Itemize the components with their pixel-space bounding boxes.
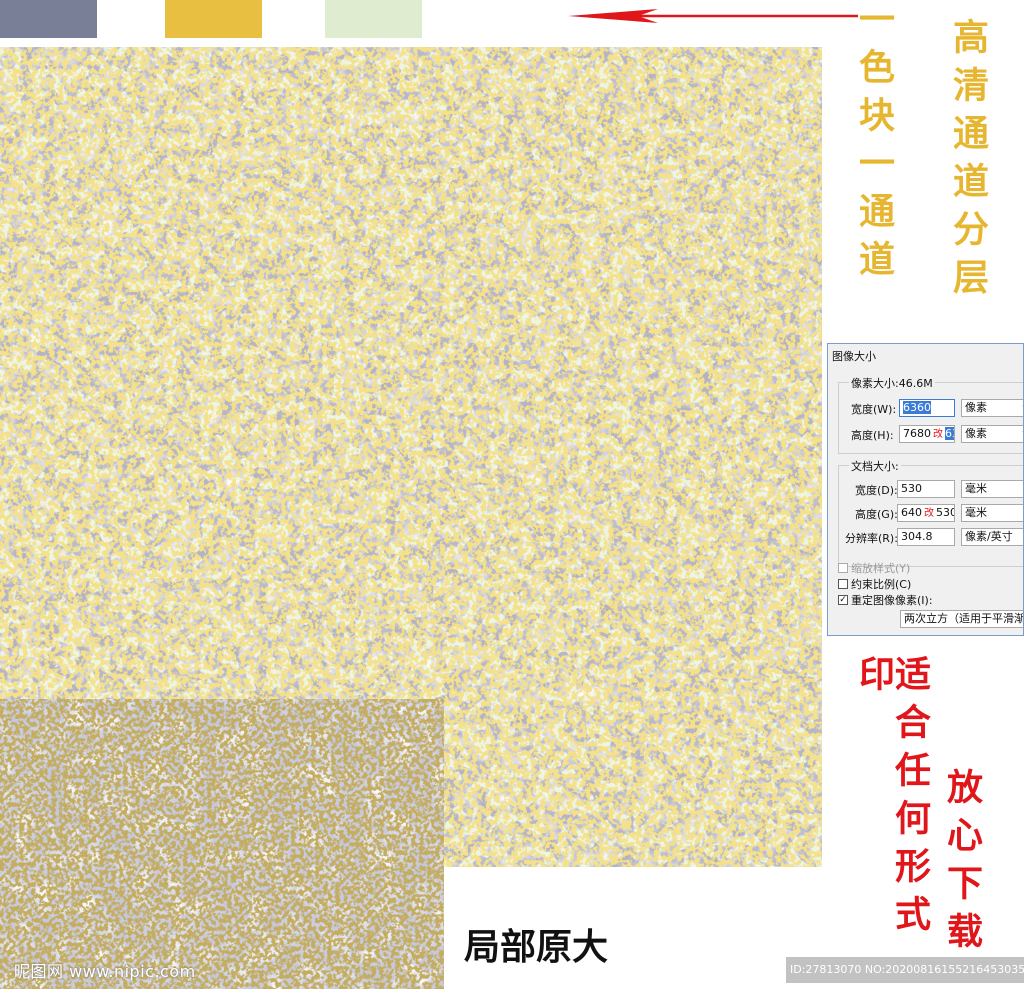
pixel-height-unit-select[interactable]: 像素▾ <box>961 425 1023 443</box>
arrow-left-icon <box>568 9 858 23</box>
constrain-label: 约束比例(C) <box>851 578 912 591</box>
pixel-width-input[interactable]: 6360 <box>899 399 955 417</box>
hd-annotation: 高清通道分层 <box>947 18 989 306</box>
pixel-height-input[interactable]: 7680改6360 <box>899 425 955 443</box>
pixel-dimensions-group: 像素大小:46.6M 宽度(W): 6360 像素▾ 高度(H): 7680改6… <box>838 375 1023 454</box>
color-swatch-gold <box>165 0 262 38</box>
watermark-id: ID:27813070 NO:20200816155216453035 <box>786 957 1024 983</box>
crop-label: 局部原大 <box>464 927 609 968</box>
resample-label: 重定图像像素(I): <box>851 594 933 607</box>
resolution-input[interactable]: 304.8 <box>897 528 955 546</box>
watermark-logo: 昵图网 www.nipic.com <box>14 962 196 981</box>
download-annotation: 放心下载 <box>941 768 983 960</box>
doc-width-input[interactable]: 530 <box>897 480 955 498</box>
constrain-proportions-checkbox[interactable]: 约束比例(C) <box>838 576 911 592</box>
channel-annotation: 一色块一通道 <box>853 0 895 288</box>
texture-crop-detail <box>0 699 444 989</box>
scale-styles-checkbox[interactable]: 缩放样式(Y) <box>838 560 910 576</box>
pixel-width-unit-select[interactable]: 像素▾ <box>961 399 1023 417</box>
pixel-width-label: 宽度(W): <box>851 403 897 416</box>
resolution-label: 分辨率(R): <box>845 532 898 545</box>
doc-width-unit-select[interactable]: 毫米 <box>961 480 1023 498</box>
print-annotation: 适合任何形式印 <box>853 655 931 943</box>
resample-checkbox[interactable]: ✓ 重定图像像素(I): <box>838 592 933 608</box>
checkbox-empty-icon <box>838 579 848 589</box>
doc-width-label: 宽度(D): <box>855 484 898 497</box>
doc-height-input[interactable]: 640 改 530 <box>897 504 955 522</box>
doc-group-title: 文档大小: <box>849 458 901 474</box>
resample-method-select[interactable]: 两次立方（适用于平滑渐变 <box>900 610 1023 628</box>
color-swatch-mint <box>325 0 422 38</box>
image-size-dialog: 图像大小 像素大小:46.6M 宽度(W): 6360 像素▾ 高度(H): 7… <box>827 343 1024 636</box>
dialog-title: 图像大小 <box>832 350 876 363</box>
pixel-height-label: 高度(H): <box>851 429 894 442</box>
checkbox-empty-icon <box>838 563 848 573</box>
color-swatch-slate <box>0 0 97 38</box>
resolution-unit-select[interactable]: 像素/英寸 <box>961 528 1023 546</box>
doc-height-label: 高度(G): <box>855 508 898 521</box>
doc-height-unit-select[interactable]: 毫米 <box>961 504 1023 522</box>
pixel-group-title: 像素大小:46.6M <box>849 375 935 391</box>
scale-styles-label: 缩放样式(Y) <box>851 562 911 575</box>
checkmark-icon: ✓ <box>838 594 848 605</box>
document-size-group: 文档大小: 宽度(D): 530 毫米 高度(G): 640 改 530 毫米 分辨… <box>838 458 1023 567</box>
